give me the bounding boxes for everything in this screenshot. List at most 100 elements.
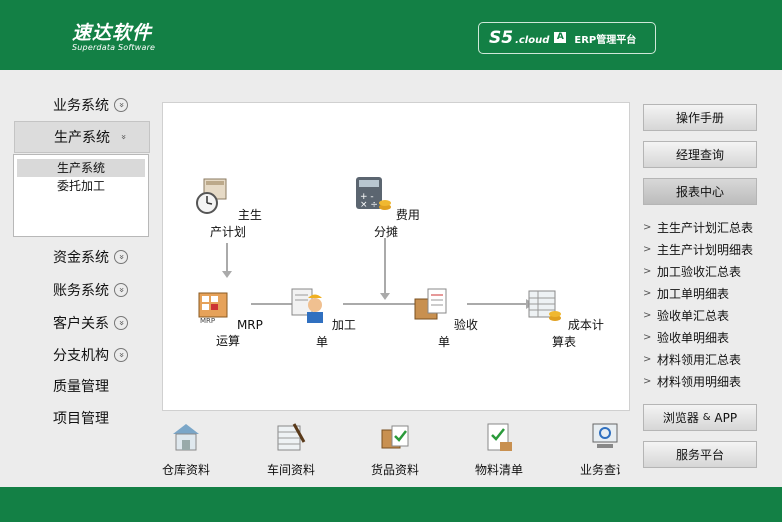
node-work-order[interactable]: 加工单 xyxy=(287,285,357,350)
report-label: 验收单汇总表 xyxy=(657,308,730,323)
warehouse-icon xyxy=(173,424,199,451)
app-label: APP xyxy=(714,410,738,425)
manual-button[interactable]: 操作手册 xyxy=(643,104,757,131)
report-label: 材料领用汇总表 xyxy=(657,352,742,367)
chevron-right-icon: > xyxy=(643,287,652,299)
flow-panel: 主生产计划 + - × ÷ 费用分摊 MRP MRP运算 加工单 验收单 成本计… xyxy=(162,102,630,411)
menu-label: 账务系统 xyxy=(53,283,109,299)
submenu-item-production[interactable]: 生产系统 xyxy=(17,159,145,177)
menu-customer-relations[interactable]: 客户关系 » xyxy=(14,309,150,337)
menu-funds-system[interactable]: 资金系统 » xyxy=(14,243,150,271)
quick-query[interactable]: 业务查询 xyxy=(564,420,620,478)
calculator-icon: + - × ÷ xyxy=(356,177,392,210)
inspection-icon xyxy=(414,288,447,320)
report-label: 主生产计划明细表 xyxy=(657,242,754,257)
master-plan-icon xyxy=(196,178,227,214)
header-bar: 速达软件 Superdata Software S5 .cloud A ERP管… xyxy=(0,0,782,70)
node-cost-allocation[interactable]: + - × ÷ 费用分摊 xyxy=(351,175,421,240)
chevron-down-icon: » xyxy=(114,283,128,297)
bom-icon xyxy=(487,423,512,451)
chevron-right-icon: > xyxy=(643,353,652,365)
menu-label: 客户关系 xyxy=(53,316,109,332)
report-item[interactable]: > 材料领用明细表 xyxy=(643,370,773,392)
product-cloud: .cloud xyxy=(515,35,550,46)
svg-text:× ÷: × ÷ xyxy=(360,200,378,210)
menu-label: 质量管理 xyxy=(53,379,109,395)
chevron-right-icon: > xyxy=(643,243,652,255)
menu-label: 资金系统 xyxy=(53,250,109,266)
quick-bom[interactable]: 物料清单 xyxy=(459,420,539,478)
chevron-down-icon: » xyxy=(118,134,128,140)
footer-bar xyxy=(0,487,782,522)
quick-workshop[interactable]: 车间资料 xyxy=(251,420,331,478)
report-item[interactable]: > 验收单汇总表 xyxy=(643,304,773,326)
menu-production-system[interactable]: 生产系统 » xyxy=(14,121,150,153)
report-label: 材料领用明细表 xyxy=(657,374,742,389)
menu-label: 分支机构 xyxy=(53,348,109,364)
svg-text:MRP: MRP xyxy=(200,317,215,325)
production-submenu: 生产系统 委托加工 xyxy=(13,154,149,237)
workshop-icon xyxy=(277,423,306,451)
report-center-button[interactable]: 报表中心 xyxy=(643,178,757,205)
quick-label: 货品资料 xyxy=(370,463,419,477)
report-label: 加工单明细表 xyxy=(657,286,730,301)
quick-label: 业务查询 xyxy=(579,463,620,477)
chevron-down-icon: » xyxy=(114,348,128,362)
report-item[interactable]: > 材料领用汇总表 xyxy=(643,348,773,370)
submenu-item-outsourcing[interactable]: 委托加工 xyxy=(17,177,145,195)
query-icon xyxy=(592,423,618,448)
chevron-right-icon: > xyxy=(643,265,652,277)
chevron-down-icon: » xyxy=(114,316,128,330)
report-item[interactable]: > 主生产计划明细表 xyxy=(643,238,773,260)
report-list: > 主生产计划汇总表 > 主生产计划明细表 > 加工验收汇总表 > 加工单明细表 > 验收… xyxy=(643,216,773,392)
node-cost-sheet[interactable]: 成本计算表 xyxy=(519,285,609,350)
chevron-right-icon: > xyxy=(643,331,652,343)
menu-business-system[interactable]: 业务系统 » xyxy=(14,91,150,119)
worker-icon xyxy=(291,288,324,323)
browser-app-button[interactable]: 浏览器 & APP xyxy=(643,404,757,431)
node-inspection[interactable]: 验收单 xyxy=(409,285,479,350)
report-item[interactable]: > 加工单明细表 xyxy=(643,282,773,304)
report-label: 主生产计划汇总表 xyxy=(657,220,754,235)
quick-warehouse[interactable]: 仓库资料 xyxy=(160,420,226,478)
quick-goods[interactable]: 货品资料 xyxy=(355,420,435,478)
service-platform-button[interactable]: 服务平台 xyxy=(643,441,757,468)
chevron-right-icon: > xyxy=(643,375,652,387)
superdata-logo: 速达软件 Superdata Software xyxy=(72,18,155,52)
mrp-icon: MRP xyxy=(198,292,228,325)
menu-accounts-system[interactable]: 账务系统 » xyxy=(14,276,150,304)
flow-arrow xyxy=(384,238,386,296)
cost-sheet-icon xyxy=(528,290,562,321)
chevron-down-icon: » xyxy=(114,250,128,264)
arrow-head xyxy=(222,271,232,278)
browser-label: 浏览器 xyxy=(662,411,699,425)
chevron-right-icon: > xyxy=(643,221,652,233)
menu-branches[interactable]: 分支机构 » xyxy=(14,341,150,369)
menu-label: 项目管理 xyxy=(53,411,109,427)
flow-arrow xyxy=(226,243,228,273)
quick-access-bar: 仓库资料 车间资料 货品资料 物料清单 业务查 xyxy=(160,420,620,478)
logo-text-cn: 速达软件 xyxy=(72,22,153,44)
report-label: 加工验收汇总表 xyxy=(657,264,742,279)
menu-label: 生产系统 xyxy=(54,130,110,146)
menu-label: 业务系统 xyxy=(53,98,109,114)
quick-label: 车间资料 xyxy=(266,463,315,477)
chevron-right-icon: > xyxy=(643,309,652,321)
report-item[interactable]: > 验收单明细表 xyxy=(643,326,773,348)
product-s5: S5 xyxy=(489,28,514,48)
logo-text-en: Superdata Software xyxy=(72,43,156,52)
report-item[interactable]: > 加工验收汇总表 xyxy=(643,260,773,282)
quick-label: 物料清单 xyxy=(474,463,523,477)
quick-label: 仓库资料 xyxy=(161,463,210,477)
node-master-plan[interactable]: 主生产计划 xyxy=(193,175,263,240)
node-mrp[interactable]: MRP MRP运算 xyxy=(193,285,263,349)
arrow-head xyxy=(380,293,390,300)
report-item[interactable]: > 主生产计划汇总表 xyxy=(643,216,773,238)
report-label: 验收单明细表 xyxy=(657,330,730,345)
browser-amp: & xyxy=(702,412,711,423)
manager-query-button[interactable]: 经理查询 xyxy=(643,141,757,168)
chevron-down-icon: » xyxy=(114,98,128,112)
menu-quality-management[interactable]: 质量管理 xyxy=(14,372,150,400)
menu-project-management[interactable]: 项目管理 xyxy=(14,404,150,432)
product-erp: ERP管理平台 xyxy=(574,34,637,46)
